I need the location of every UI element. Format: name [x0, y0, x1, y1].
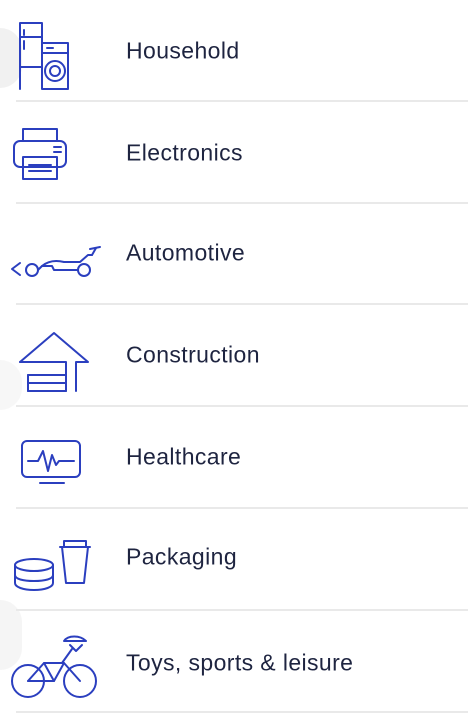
house-icon	[6, 315, 102, 395]
category-label: Construction	[126, 341, 260, 368]
category-menu: Household Electronics Automotive Constru…	[0, 0, 474, 714]
category-label: Automotive	[126, 239, 246, 266]
household-appliances-icon	[6, 11, 102, 91]
category-item-household[interactable]: Household	[0, 0, 474, 102]
bicycle-icon	[6, 623, 102, 703]
category-item-electronics[interactable]: Electronics	[0, 102, 474, 204]
race-car-icon	[6, 213, 102, 293]
divider	[16, 609, 468, 611]
container-cup-icon	[6, 517, 102, 597]
category-label: Household	[126, 37, 240, 64]
category-label: Healthcare	[126, 443, 242, 470]
category-item-packaging[interactable]: Packaging	[0, 506, 474, 608]
category-item-toys-sports-leisure[interactable]: Toys, sports & leisure	[0, 612, 474, 714]
printer-icon	[6, 113, 102, 193]
category-label: Electronics	[126, 139, 243, 166]
category-item-construction[interactable]: Construction	[0, 304, 474, 406]
heart-monitor-icon	[6, 417, 102, 497]
category-label: Packaging	[126, 543, 238, 570]
category-item-healthcare[interactable]: Healthcare	[0, 406, 474, 508]
category-label: Toys, sports & leisure	[126, 649, 354, 676]
divider	[16, 711, 468, 713]
category-item-automotive[interactable]: Automotive	[0, 202, 474, 304]
